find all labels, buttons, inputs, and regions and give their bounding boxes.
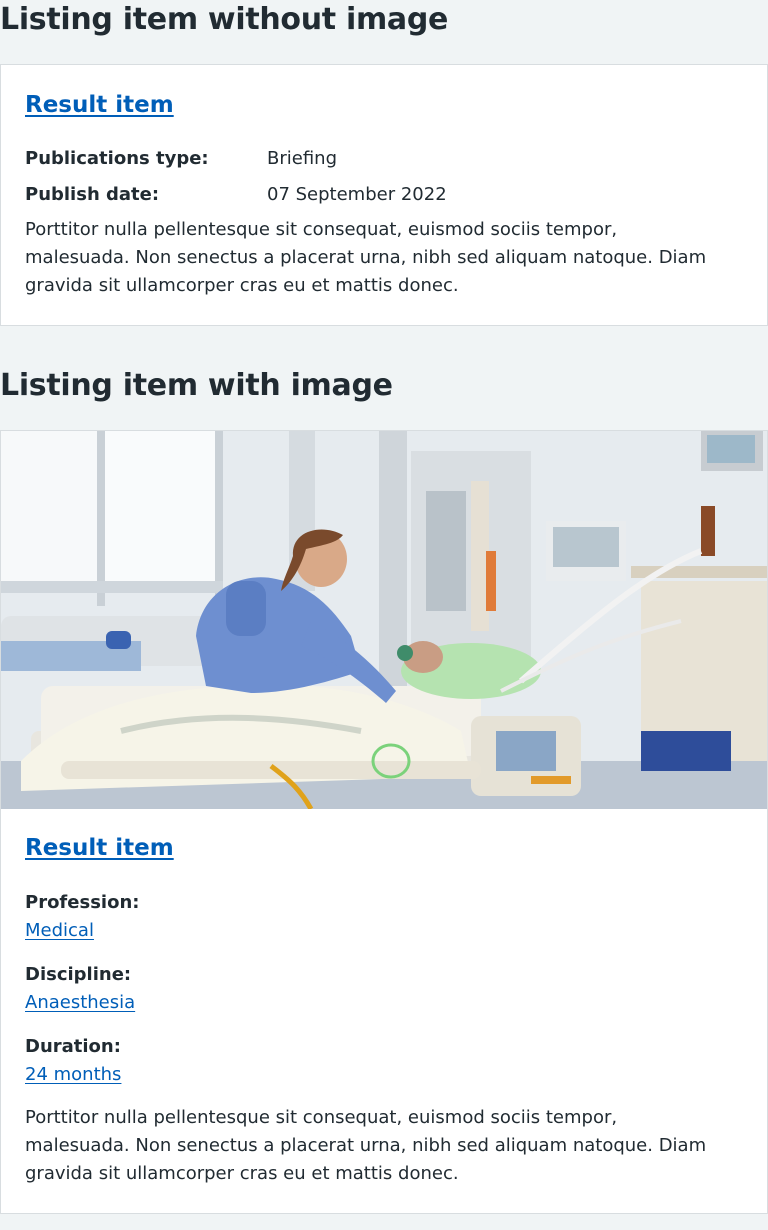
listing-item-with-image: Result item Profession: Medical Discipli… [0, 430, 768, 1214]
listing-item-without-image: Result item Publications type: Briefing … [0, 64, 768, 326]
publications-type-label: Publications type: [25, 148, 209, 169]
publish-date-label: Publish date: [25, 184, 160, 205]
hospital-ward-image [1, 431, 767, 809]
profession-link[interactable]: Medical [25, 919, 94, 943]
section-heading-with-image: Listing item with image [0, 368, 393, 403]
publications-type-value: Briefing [267, 148, 337, 169]
section-heading-without-image: Listing item without image [0, 2, 449, 37]
discipline-link[interactable]: Anaesthesia [25, 991, 135, 1015]
duration-link[interactable]: 24 months [25, 1063, 121, 1087]
result-item-link[interactable]: Result item [25, 833, 174, 863]
publish-date-value: 07 September 2022 [267, 184, 447, 205]
item-description: Porttitor nulla pellentesque sit consequ… [25, 219, 707, 296]
result-item-link[interactable]: Result item [25, 90, 174, 120]
discipline-label: Discipline: [25, 964, 132, 985]
profession-label: Profession: [25, 892, 140, 913]
duration-label: Duration: [25, 1036, 121, 1057]
item-description: Porttitor nulla pellentesque sit consequ… [25, 1107, 707, 1184]
